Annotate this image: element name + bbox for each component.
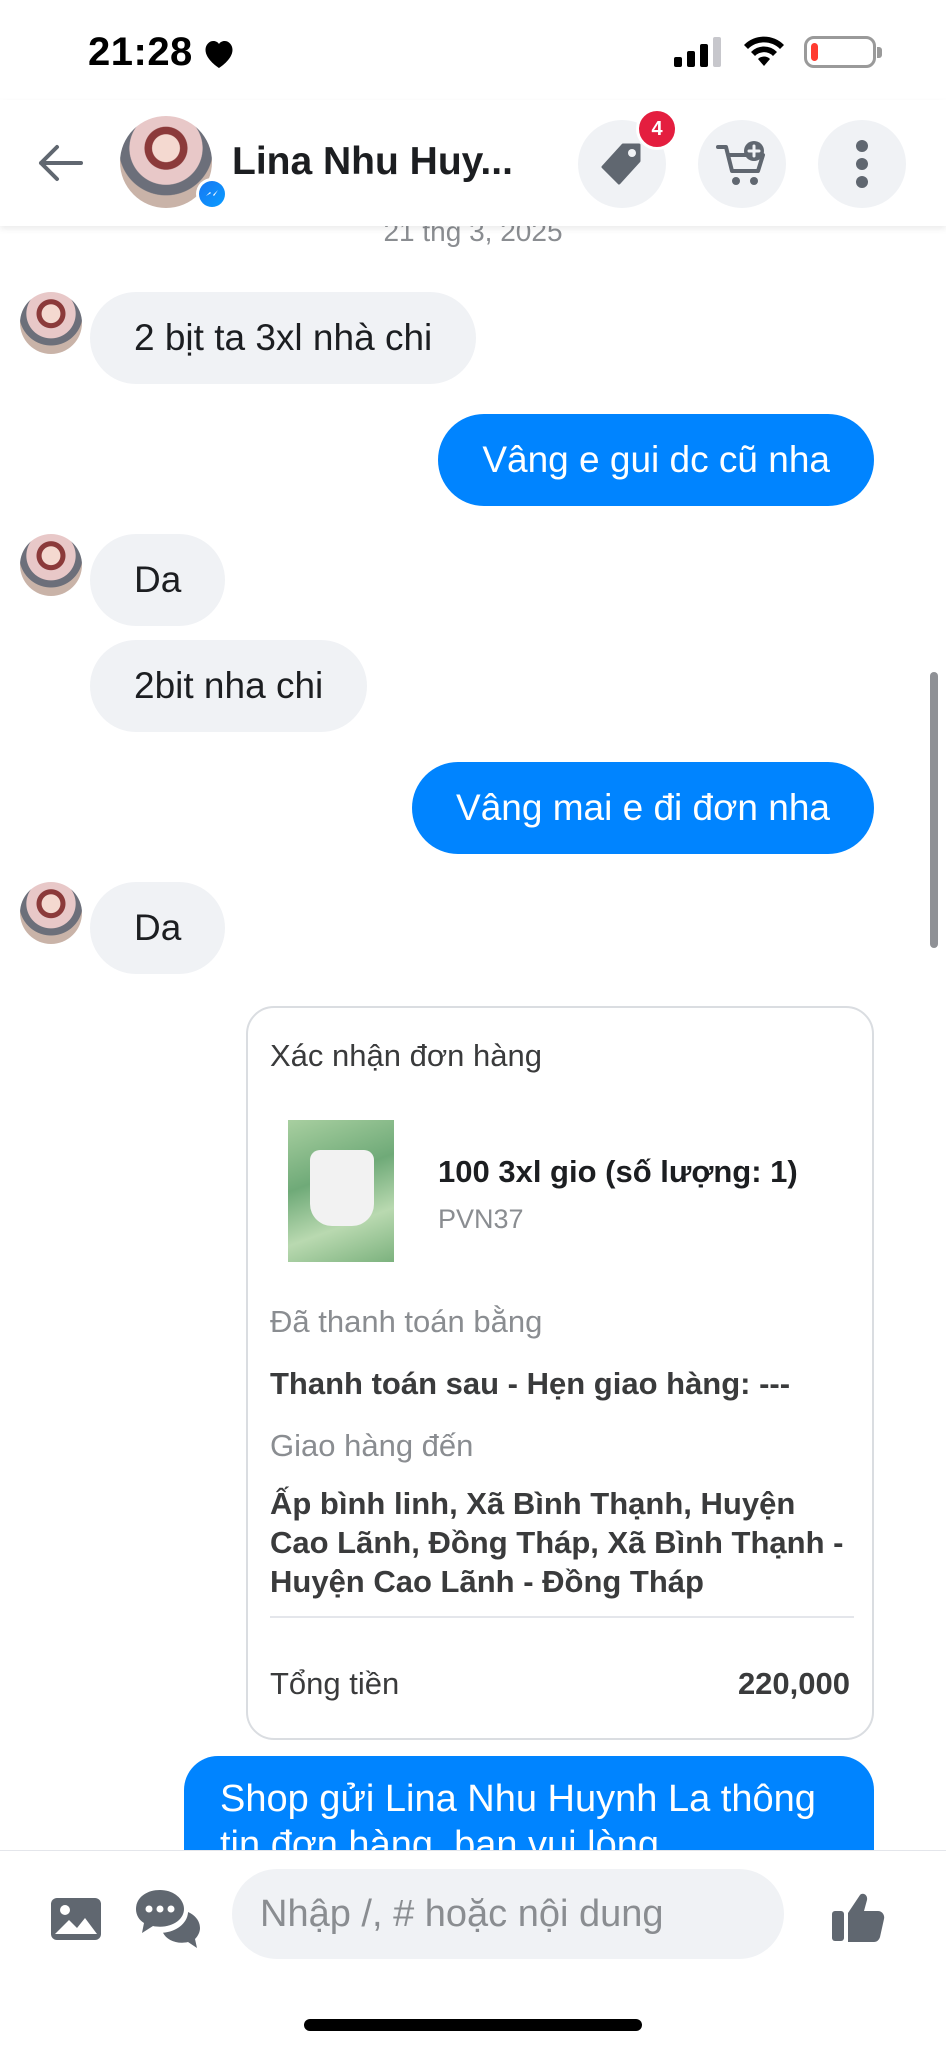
more-options-button[interactable] <box>818 120 906 208</box>
date-separator: 21 thg 3, 2025 <box>383 226 563 247</box>
more-vertical-icon <box>856 140 868 188</box>
incoming-message[interactable]: 2 bịt ta 3xl nhà chi <box>90 292 477 384</box>
battery-icon <box>804 36 882 68</box>
signal-icon <box>674 37 721 67</box>
chat-templates-button[interactable] <box>128 1879 208 1959</box>
tag-icon <box>601 143 641 185</box>
outgoing-message[interactable]: Vâng mai e đi đơn nha <box>412 762 874 854</box>
payment-value: Thanh toán sau - Hẹn giao hàng: --- <box>270 1366 791 1401</box>
total-value: 220,000 <box>737 1666 850 1701</box>
scrollbar[interactable] <box>930 672 938 948</box>
home-indicator <box>304 2019 642 2031</box>
cart-button[interactable] <box>698 120 786 208</box>
diaper-image <box>310 1150 374 1226</box>
chat-bubbles-icon <box>136 1890 200 1948</box>
incoming-message[interactable]: 2bit nha chi <box>90 640 368 732</box>
message-input[interactable] <box>232 1869 784 1959</box>
tag-notification-badge: 4 <box>636 108 678 150</box>
outgoing-message[interactable]: Vâng e gui dc cũ nha <box>438 414 874 506</box>
order-item-name: 100 3xl gio (số lượng: 1) <box>438 1154 798 1189</box>
image-icon <box>51 1898 101 1940</box>
order-item-sku: PVN37 <box>438 1204 524 1234</box>
messenger-icon <box>206 190 218 196</box>
sender-avatar[interactable] <box>20 534 82 596</box>
message-list[interactable]: 21 thg 3, 2025 2 bịt ta 3xl nhà chi Vâng… <box>0 226 946 1850</box>
product-thumbnail <box>288 1120 394 1262</box>
order-card-title: Xác nhận đơn hàng <box>270 1038 542 1073</box>
wifi-icon <box>744 36 784 66</box>
back-arrow-icon <box>39 145 83 181</box>
messenger-badge <box>196 178 228 210</box>
shipping-label: Giao hàng đến <box>270 1428 474 1463</box>
sender-avatar[interactable] <box>20 882 82 944</box>
shipping-address: Ấp bình linh, Xã Bình Thạnh, Huyện Cao L… <box>270 1486 844 1599</box>
cart-plus-icon <box>716 141 765 185</box>
total-label: Tổng tiền <box>270 1666 400 1701</box>
status-icons <box>674 36 882 68</box>
image-button[interactable] <box>44 1887 108 1951</box>
order-confirmation-card[interactable]: Xác nhận đơn hàng 100 3xl gio (số lượng:… <box>246 1006 874 1740</box>
contact-name[interactable]: Lina Nhu Huy... <box>232 140 513 184</box>
payment-label: Đã thanh toán bằng <box>270 1304 543 1339</box>
incoming-message[interactable]: Da <box>90 534 226 626</box>
battery-fill <box>811 43 818 61</box>
incoming-message[interactable]: Da <box>90 882 226 974</box>
thumbs-up-icon <box>832 1893 885 1942</box>
status-time: 21:28 <box>88 30 237 75</box>
conversation-header: Lina Nhu Huy... <box>0 100 946 226</box>
like-button[interactable] <box>826 1885 890 1949</box>
status-time-text: 21:28 <box>88 30 193 74</box>
sender-avatar[interactable] <box>20 292 82 354</box>
status-bar: 21:28 <box>0 0 946 110</box>
back-button[interactable] <box>30 136 90 190</box>
heart-icon <box>205 40 233 68</box>
outgoing-message[interactable]: Shop gửi Lina Nhu Huynh La thông tin đơn… <box>184 1756 874 1850</box>
message-composer <box>0 1850 946 2048</box>
order-card-divider <box>270 1616 854 1618</box>
